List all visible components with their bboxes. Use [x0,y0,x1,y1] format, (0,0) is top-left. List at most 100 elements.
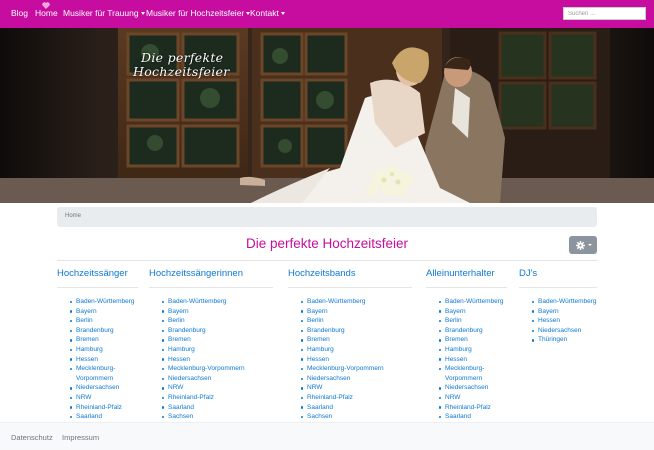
column-underline [519,287,597,288]
list-item[interactable]: Berlin [70,316,135,326]
column-title[interactable]: DJ's [519,268,537,279]
hero-title-line1: Die perfekte [141,50,224,65]
gear-icon [576,241,585,250]
list-item[interactable]: Hessen [301,355,384,365]
column-title[interactable]: Hochzeitssänger [57,268,128,279]
nav-blog[interactable]: Blog [11,8,28,18]
hero-title-line2: Hochzeitsfeier [133,64,230,79]
list-item[interactable]: Thüringen [532,335,597,345]
list-item[interactable]: Saarland [301,403,384,413]
list-item[interactable]: Mecklenburg-Vorpommern [162,364,245,374]
chevron-down-icon [588,244,592,246]
breadcrumb: Home [57,207,597,227]
list-item[interactable]: Hessen [162,355,245,365]
list-item[interactable]: Sachsen [301,412,384,422]
footer-datenschutz-link[interactable]: Datenschutz [11,433,53,442]
column-title[interactable]: Hochzeitsbands [288,268,356,279]
list-item[interactable]: Niedersachsen [301,374,384,384]
column-underline [57,287,138,288]
list-item[interactable]: NRW [70,393,135,403]
nav-musiker-hochzeitsfeier[interactable]: Musiker für Hochzeitsfeier [146,8,251,18]
list-item[interactable]: NRW [162,383,245,393]
list-item[interactable]: Bayern [301,307,384,317]
list-item[interactable]: NRW [439,393,504,403]
list-item[interactable]: Baden-Württemberg [532,297,597,307]
list-item[interactable]: Bremen [439,335,504,345]
list-item[interactable]: Hamburg [162,345,245,355]
hero-banner: Die perfekte Hochzeitsfeier [0,28,654,203]
list-item[interactable]: Hamburg [70,345,135,355]
search-input[interactable] [563,7,646,20]
chevron-down-icon [140,11,145,15]
list-item[interactable]: Baden-Württemberg [301,297,384,307]
column-hochzeitsbands: Hochzeitsbands Baden-Württemberg Bayern … [288,268,384,420]
nav-kontakt-label: Kontakt [250,8,279,18]
list-item[interactable]: Hessen [532,316,597,326]
footer-impressum-link[interactable]: Impressum [62,433,99,442]
list-item[interactable]: Rheinland-Pfalz [70,403,135,413]
list-item[interactable]: Baden-Württemberg [439,297,504,307]
list-item[interactable]: Brandenburg [301,326,384,336]
footer: Datenschutz Impressum [0,422,654,450]
list-item[interactable]: Niedersachsen [532,326,597,336]
nav-kontakt[interactable]: Kontakt [250,8,285,18]
list-item[interactable]: Mecklenburg-Vorpommern [301,364,384,374]
column-hochzeitssaengerinnen: Hochzeitssängerinnen Baden-Württemberg B… [149,268,245,420]
list-item[interactable]: Bayern [70,307,135,317]
list-item[interactable]: Hessen [439,355,504,365]
nav-musiker-trauung[interactable]: Musiker für Trauung [63,8,145,18]
list-item-continuation[interactable]: Vorpommern [439,374,504,384]
divider [57,260,597,261]
tools-dropdown-button[interactable] [569,236,597,254]
list-item[interactable]: Niedersachsen [439,383,504,393]
list-item[interactable]: Bayern [532,307,597,317]
list-item[interactable]: Berlin [439,316,504,326]
list-item[interactable]: Baden-Württemberg [70,297,135,307]
column-underline [426,287,507,288]
list-item[interactable]: Niedersachsen [70,383,135,393]
nav-musiker-trauung-label: Musiker für Trauung [63,8,139,18]
list-item[interactable]: Bremen [162,335,245,345]
region-list: Baden-Württemberg Bayern Berlin Brandenb… [439,297,504,422]
list-item[interactable]: Berlin [301,316,384,326]
column-title[interactable]: Hochzeitssängerinnen [149,268,243,279]
list-item[interactable]: NRW [301,383,384,393]
top-navbar: Blog Home Musiker für Trauung Musiker fü… [0,0,654,28]
list-item[interactable]: Baden-Württemberg [162,297,245,307]
list-item[interactable]: Mecklenburg- [70,364,135,374]
region-list: Baden-Württemberg Bayern Berlin Brandenb… [301,297,384,422]
list-item[interactable]: Brandenburg [162,326,245,336]
column-alleinunterhalter: Alleinunterhalter Baden-Württemberg Baye… [426,268,504,420]
page-title: Die perfekte Hochzeitsfeier [245,236,409,251]
list-item-continuation[interactable]: Vorpommern [70,374,135,384]
list-item[interactable]: Hamburg [439,345,504,355]
list-item[interactable]: Bremen [70,335,135,345]
column-djs: DJ's Baden-Württemberg Bayern Hessen Nie… [519,268,597,343]
list-item[interactable]: Bayern [439,307,504,317]
column-underline [149,287,273,288]
list-item[interactable]: Brandenburg [439,326,504,336]
column-title[interactable]: Alleinunterhalter [426,268,495,279]
list-item[interactable]: Saarland [162,403,245,413]
list-item[interactable]: Rheinland-Pfalz [439,403,504,413]
list-item[interactable]: Berlin [162,316,245,326]
list-item[interactable]: Brandenburg [70,326,135,336]
list-item[interactable]: Niedersachsen [162,374,245,384]
breadcrumb-home[interactable]: Home [65,213,81,219]
list-item[interactable]: Bayern [162,307,245,317]
hero-wedding-photo [0,28,654,203]
region-list: Baden-Württemberg Bayern Hessen Niedersa… [532,297,597,345]
list-item[interactable]: Saarland [439,412,504,422]
list-item[interactable]: Mecklenburg- [439,364,504,374]
nav-home[interactable]: Home [35,8,58,18]
column-underline [288,287,412,288]
list-item[interactable]: Hessen [70,355,135,365]
column-hochzeitssaenger: Hochzeitssänger Baden-Württemberg Bayern… [57,268,135,420]
list-item[interactable]: Rheinland-Pfalz [162,393,245,403]
list-item[interactable]: Bremen [301,335,384,345]
list-item[interactable]: Sachsen [162,412,245,422]
list-item[interactable]: Hamburg [301,345,384,355]
list-item[interactable]: Rheinland-Pfalz [301,393,384,403]
region-list: Baden-Württemberg Bayern Berlin Brandenb… [70,297,135,422]
list-item[interactable]: Saarland [70,412,135,422]
